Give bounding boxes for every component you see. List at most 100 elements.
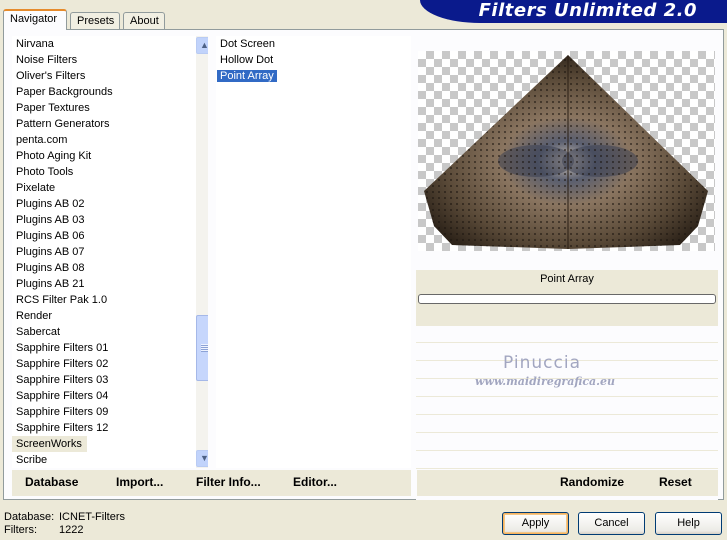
category-item[interactable]: Noise Filters: [12, 52, 208, 68]
category-item-label: Plugins AB 07: [16, 246, 85, 258]
navigator-panel: Nirvana Noise Filters Oliver's Filters Pape…: [3, 29, 724, 500]
category-item-label: Sapphire Filters 12: [16, 422, 109, 434]
category-item-label: Pattern Generators: [16, 118, 110, 130]
category-item[interactable]: Sapphire Filters 12: [12, 420, 208, 436]
apply-button[interactable]: Apply: [502, 512, 569, 535]
category-item-label: penta.com: [16, 134, 68, 146]
category-item[interactable]: Plugins AB 06: [12, 228, 208, 244]
category-item[interactable]: Sapphire Filters 04: [12, 388, 208, 404]
right-button-bar: Randomize Reset: [417, 470, 718, 496]
category-item-label: Paper Textures: [16, 102, 90, 114]
filter-item[interactable]: Hollow Dot: [216, 52, 411, 68]
category-item[interactable]: ScreenWorks: [12, 436, 208, 452]
help-button[interactable]: Help: [655, 512, 722, 535]
editor-button[interactable]: Editor...: [293, 475, 337, 489]
category-item[interactable]: Pattern Generators: [12, 116, 208, 132]
parameter-slot[interactable]: [416, 434, 718, 451]
cancel-button[interactable]: Cancel: [578, 512, 645, 535]
category-item[interactable]: Plugins AB 21: [12, 276, 208, 292]
parameter-slot[interactable]: [416, 416, 718, 433]
category-item-label: Photo Aging Kit: [16, 150, 92, 162]
category-item[interactable]: Sapphire Filters 01: [12, 340, 208, 356]
category-item-label: Plugins AB 06: [16, 230, 85, 242]
category-item[interactable]: Plugins AB 03: [12, 212, 208, 228]
category-item[interactable]: Plugins AB 08: [12, 260, 208, 276]
category-item-label: Plugins AB 08: [16, 262, 85, 274]
left-button-bar: Database Import... Filter Info... Editor…: [12, 470, 411, 496]
category-item[interactable]: Sapphire Filters 02: [12, 356, 208, 372]
database-value: ICNET-Filters: [59, 511, 125, 523]
scroll-down-button[interactable]: ▼: [196, 450, 208, 467]
category-item-label: Noise Filters: [16, 54, 78, 66]
category-item-label: Plugins AB 02: [16, 198, 85, 210]
filters-label: Filters:: [4, 524, 37, 536]
status-area: Database: ICNET-Filters Filters: 1222: [4, 511, 125, 537]
category-item-label: Sapphire Filters 03: [16, 374, 109, 386]
category-item-label: Sapphire Filters 02: [16, 358, 109, 370]
category-item-label: Pixelate: [16, 182, 56, 194]
category-item[interactable]: Paper Textures: [12, 100, 208, 116]
preview-image: [418, 51, 715, 251]
category-item[interactable]: Sapphire Filters 09: [12, 404, 208, 420]
category-list: Nirvana Noise Filters Oliver's Filters Pape…: [12, 36, 208, 468]
tab-about[interactable]: About: [123, 12, 165, 30]
app-banner: Filters Unlimited 2.0: [420, 0, 727, 23]
tab-presets[interactable]: Presets: [70, 12, 120, 30]
filter-item-label: Hollow Dot: [220, 54, 274, 66]
category-item[interactable]: Oliver's Filters: [12, 68, 208, 84]
category-item-label: ScreenWorks: [12, 436, 87, 452]
category-item-label: Oliver's Filters: [16, 70, 86, 82]
category-item[interactable]: penta.com: [12, 132, 208, 148]
category-item[interactable]: Sabercat: [12, 324, 208, 340]
reset-button[interactable]: Reset: [659, 475, 692, 489]
watermark-name: Pinuccia: [503, 353, 581, 373]
scroll-thumb[interactable]: [196, 315, 208, 381]
category-item[interactable]: Pixelate: [12, 180, 208, 196]
filter-item[interactable]: Dot Screen: [216, 36, 411, 52]
category-item-label: RCS Filter Pak 1.0: [16, 294, 108, 306]
category-item-label: Nirvana: [16, 38, 54, 50]
parameter-slot[interactable]: [416, 452, 718, 469]
preview-filter-name: Point Array: [540, 273, 594, 285]
category-scrollbar[interactable]: ▲ ▼: [196, 36, 208, 468]
filter-items: Dot Screen Hollow Dot Point Array: [216, 36, 411, 84]
tab-navigator[interactable]: Navigator: [3, 9, 67, 30]
category-item[interactable]: Photo Aging Kit: [12, 148, 208, 164]
app-title: Filters Unlimited 2.0: [478, 0, 697, 21]
category-item[interactable]: Paper Backgrounds: [12, 84, 208, 100]
category-item[interactable]: Scribe: [12, 452, 208, 468]
scroll-up-button[interactable]: ▲: [196, 37, 208, 54]
import-button[interactable]: Import...: [116, 475, 163, 489]
preview-graphic: [424, 55, 708, 249]
category-item[interactable]: Nirvana: [12, 36, 208, 52]
category-item-label: Sapphire Filters 09: [16, 406, 109, 418]
progress-bar: [418, 294, 716, 304]
category-item-label: Sapphire Filters 04: [16, 390, 109, 402]
category-item-label: Plugins AB 21: [16, 278, 85, 290]
filter-item-label: Point Array: [217, 70, 277, 82]
filters-value: 1222: [59, 524, 84, 536]
filter-info-button[interactable]: Filter Info...: [196, 475, 261, 489]
category-item-label: Scribe: [16, 454, 48, 466]
category-item[interactable]: Render: [12, 308, 208, 324]
category-item[interactable]: Plugins AB 07: [12, 244, 208, 260]
category-item-label: Render: [16, 310, 53, 322]
filter-name-bar: Point Array: [416, 270, 718, 326]
category-item-label: Sapphire Filters 01: [16, 342, 109, 354]
filter-item-label: Dot Screen: [220, 38, 276, 50]
randomize-button[interactable]: Randomize: [560, 475, 624, 489]
category-item[interactable]: RCS Filter Pak 1.0: [12, 292, 208, 308]
filter-list: Dot Screen Hollow Dot Point Array: [216, 36, 411, 468]
parameter-slot[interactable]: [416, 398, 718, 415]
category-item-label: Photo Tools: [16, 166, 74, 178]
category-item[interactable]: Sapphire Filters 03: [12, 372, 208, 388]
database-button[interactable]: Database: [25, 475, 78, 489]
category-item[interactable]: Plugins AB 02: [12, 196, 208, 212]
parameter-slot[interactable]: [416, 326, 718, 343]
tab-strip: Navigator Presets About: [3, 9, 423, 30]
category-item-label: Paper Backgrounds: [16, 86, 113, 98]
filter-item[interactable]: Point Array: [216, 68, 411, 84]
category-item-label: Sabercat: [16, 326, 61, 338]
category-item[interactable]: Photo Tools: [12, 164, 208, 180]
category-item-label: Plugins AB 03: [16, 214, 85, 226]
